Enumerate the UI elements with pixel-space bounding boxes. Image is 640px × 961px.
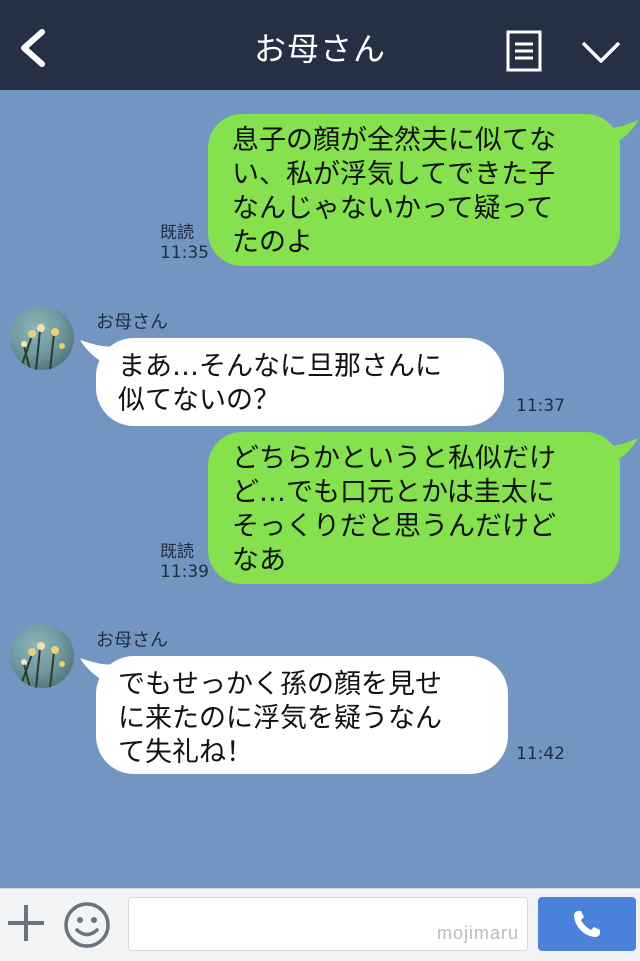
sender-name: お母さん	[96, 312, 168, 333]
watermark-text: mojimaru	[436, 923, 519, 943]
avatar-flowers-image	[19, 324, 65, 370]
read-receipt: 既読	[160, 223, 194, 243]
avatar[interactable]	[10, 306, 74, 370]
chat-title: お母さん	[253, 30, 386, 68]
message-time: 11:42	[516, 744, 565, 764]
smile-icon[interactable]	[63, 901, 111, 949]
message-time: 11:35	[160, 243, 209, 263]
message-bubble-incoming: まあ…そんなに旦那さんに 似てないの？	[96, 338, 504, 426]
message-input-bar: mojimaru	[0, 888, 640, 961]
menu-icon[interactable]	[506, 30, 542, 72]
message-time: 11:37	[516, 396, 565, 416]
avatar[interactable]	[10, 624, 74, 688]
message-meta: 既読 11:35	[160, 223, 209, 263]
message-meta: 既読 11:39	[160, 542, 209, 582]
phone-icon	[574, 911, 600, 937]
chat-header: お母さん	[0, 0, 640, 90]
message-bubble-outgoing: 息子の顔が全然夫に似てな い、私が浮気してできた子 なんじゃないかって疑って た…	[208, 114, 620, 266]
sender-name: お母さん	[96, 630, 168, 651]
chevron-down-icon[interactable]	[580, 38, 622, 66]
read-receipt: 既読	[160, 542, 194, 562]
message-time: 11:39	[160, 562, 209, 582]
avatar-flowers-image	[19, 642, 65, 688]
call-button[interactable]	[538, 897, 636, 951]
message-bubble-outgoing: どちらかというと私似だけ ど…でも口元とかは圭太に そっくりだと思うんだけど な…	[208, 432, 620, 584]
plus-icon[interactable]	[6, 903, 46, 943]
message-input[interactable]: mojimaru	[128, 897, 528, 951]
message-bubble-incoming: でもせっかく孫の顔を見せ に来たのに浮気を疑うなん て失礼ね！	[96, 656, 508, 774]
